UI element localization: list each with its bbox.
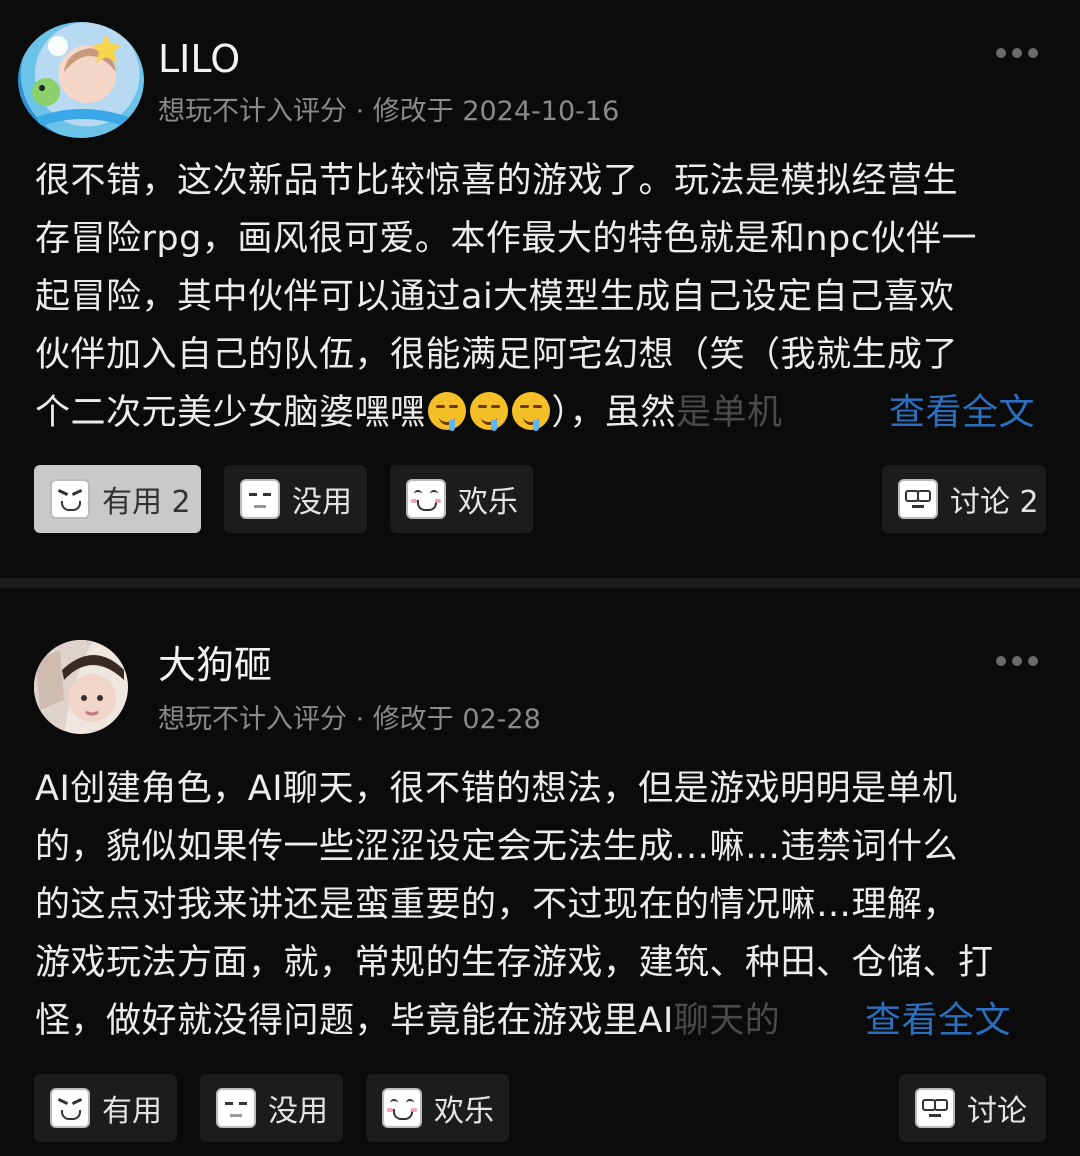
review-line: 起冒险，其中伙伴可以通过ai大模型生成自己设定自己喜欢: [35, 277, 955, 317]
review-line: AI创建角色，AI聊天，很不错的想法，但是游戏明明是单机: [35, 769, 958, 809]
review-line: 伙伴加入自己的队伍，很能满足阿宅幻想（笑（我就生成了: [35, 335, 959, 375]
avatar[interactable]: [18, 22, 144, 138]
review-last-line: 个二次元美少女脑婆嘿嘿 ），虽然是单机 查看全文: [35, 384, 1045, 442]
review-card-2: 大狗砸 想玩不计入评分 · 修改于 02-28 AI创建角色，AI聊天，很不错的…: [0, 588, 1080, 1156]
avatar-photo-icon: [34, 640, 128, 734]
username[interactable]: 大狗砸: [158, 646, 272, 684]
discuss-face-icon: [915, 1088, 955, 1128]
funny-label: 欢乐: [458, 485, 518, 520]
blank-face-icon: [216, 1088, 256, 1128]
review-line: 游戏玩法方面，就，常规的生存游戏，建筑、种田、仓储、打: [35, 943, 994, 983]
review-faded-text: 是单机: [676, 393, 783, 433]
useless-label: 没用: [292, 485, 352, 520]
useful-button[interactable]: 有用 2: [34, 465, 201, 533]
card-divider: [0, 578, 1080, 588]
discuss-label: 讨论: [967, 1094, 1027, 1129]
happy-face-icon: [406, 479, 446, 519]
discuss-button[interactable]: 讨论: [899, 1074, 1046, 1142]
drooling-face-emoji-icon: [511, 392, 550, 431]
review-line: 存冒险rpg，画风很可爱。本作最大的特色就是和npc伙伴一: [35, 219, 977, 259]
more-options-icon[interactable]: [996, 654, 1040, 666]
review-meta: 想玩不计入评分 · 修改于 2024-10-16: [158, 96, 620, 127]
review-meta: 想玩不计入评分 · 修改于 02-28: [158, 704, 541, 735]
happy-face-icon: [382, 1088, 422, 1128]
useless-button[interactable]: 没用: [200, 1074, 343, 1142]
review-line-text: 个二次元美少女脑婆嘿嘿: [35, 393, 426, 433]
review-faded-text: 聊天的: [673, 1001, 781, 1041]
review-card-1: LILO 想玩不计入评分 · 修改于 2024-10-16 很不错，这次新品节比…: [0, 0, 1080, 578]
review-body[interactable]: 很不错，这次新品节比较惊喜的游戏了。玩法是模拟经营生 存冒险rpg，画风很可爱。…: [35, 152, 1045, 442]
review-line: 很不错，这次新品节比较惊喜的游戏了。玩法是模拟经营生: [35, 161, 959, 201]
funny-button[interactable]: 欢乐: [366, 1074, 509, 1142]
review-line: 的这点对我来讲还是蛮重要的，不过现在的情况嘛…理解，: [35, 885, 959, 925]
review-body[interactable]: AI创建角色，AI聊天，很不错的想法，但是游戏明明是单机 的，貌似如果传一些涩涩…: [35, 760, 1045, 1050]
laughing-face-icon: [50, 1088, 90, 1128]
avatar-illustration-icon: [32, 34, 130, 127]
useful-label: 有用 2: [102, 485, 191, 520]
useless-button[interactable]: 没用: [224, 465, 367, 533]
useless-label: 没用: [268, 1094, 328, 1129]
avatar[interactable]: [34, 640, 128, 734]
funny-button[interactable]: 欢乐: [390, 465, 533, 533]
username[interactable]: LILO: [158, 40, 240, 78]
drooling-face-emoji-icon: [469, 392, 508, 431]
read-more-link[interactable]: 查看全文: [804, 992, 1011, 1050]
more-options-icon[interactable]: [996, 46, 1040, 58]
review-line-text: 怪，做好就没得问题，毕竟能在游戏里AI: [35, 1001, 674, 1041]
discuss-face-icon: [898, 479, 938, 519]
discuss-label: 讨论 2: [950, 485, 1039, 520]
drooling-face-emoji-icon: [427, 392, 466, 431]
blank-face-icon: [240, 479, 280, 519]
useful-label: 有用: [102, 1094, 162, 1129]
funny-label: 欢乐: [434, 1094, 494, 1129]
read-more-link[interactable]: 查看全文: [828, 384, 1035, 442]
review-last-line: 怪，做好就没得问题，毕竟能在游戏里AI聊天的 查看全文: [35, 992, 1045, 1050]
discuss-button[interactable]: 讨论 2: [882, 465, 1046, 533]
review-line: 的，貌似如果传一些涩涩设定会无法生成…嘛…违禁词什么: [35, 827, 959, 867]
useful-button[interactable]: 有用: [34, 1074, 177, 1142]
laughing-face-icon: [50, 479, 90, 519]
review-line-text: ），虽然: [551, 393, 677, 433]
